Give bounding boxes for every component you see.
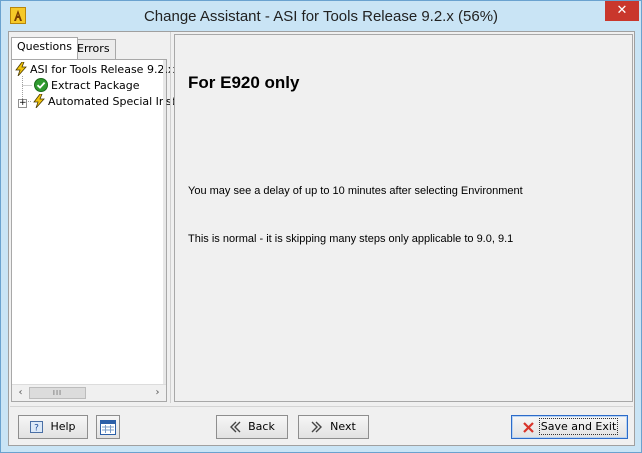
tree-vertical-edge <box>163 60 166 384</box>
tab-questions[interactable]: Questions <box>11 37 78 59</box>
title-bar[interactable]: Change Assistant - ASI for Tools Release… <box>1 1 641 31</box>
content-heading: For E920 only <box>188 73 300 92</box>
questions-tree[interactable]: ASI for Tools Release 9.2.x Extract Pack… <box>11 59 180 402</box>
lightning-icon <box>15 61 27 77</box>
normal-note: This is normal - it is skipping many ste… <box>188 233 514 245</box>
next-button[interactable]: Next <box>298 415 369 439</box>
save-and-exit-button[interactable]: Save and Exit <box>511 415 628 439</box>
tree-horizontal-scrollbar[interactable]: ‹ III › <box>12 384 166 401</box>
client-area: Questions Errors ASI for Tools Release 9… <box>8 31 635 446</box>
tree-item-automated-special[interactable]: + Automated Special Instr <box>18 93 181 110</box>
split-pane-divider[interactable] <box>170 32 173 403</box>
back-button[interactable]: Back <box>216 415 288 439</box>
help-icon: ? <box>30 421 44 434</box>
save-and-exit-label: Save and Exit <box>538 418 619 435</box>
next-arrow-icon <box>311 421 323 433</box>
tree-item-label: Automated Special Instr <box>48 95 181 108</box>
tree-item-asi-root[interactable]: ASI for Tools Release 9.2.x <box>15 61 175 78</box>
lightning-icon <box>33 93 45 109</box>
tree-item-label: Extract Package <box>51 79 140 92</box>
help-label: Help <box>50 420 76 433</box>
calendar-button[interactable] <box>96 415 120 439</box>
button-bar: ? Help Back Next Save and Exit <box>10 406 633 444</box>
change-assistant-window: Change Assistant - ASI for Tools Release… <box>0 0 642 453</box>
scrollbar-thumb[interactable]: III <box>29 387 86 399</box>
window-title: Change Assistant - ASI for Tools Release… <box>143 8 499 25</box>
tree-item-extract-package[interactable]: Extract Package <box>34 78 140 94</box>
scroll-right-arrow-icon[interactable]: › <box>149 385 166 401</box>
back-label: Back <box>248 420 275 433</box>
close-button[interactable]: ✕ <box>605 1 639 21</box>
close-icon: ✕ <box>616 3 628 18</box>
help-button[interactable]: ? Help <box>18 415 88 439</box>
calendar-icon <box>100 419 116 435</box>
tree-item-label: ASI for Tools Release 9.2.x <box>30 63 175 76</box>
tab-errors-label: Errors <box>77 42 110 55</box>
expand-toggle-icon[interactable]: + <box>18 99 27 108</box>
next-label: Next <box>330 420 356 433</box>
tab-questions-label: Questions <box>17 40 72 53</box>
check-circle-icon <box>34 78 48 92</box>
back-arrow-icon <box>230 421 241 433</box>
content-panel: For E920 only You may see a delay of up … <box>174 34 633 402</box>
scroll-left-arrow-icon[interactable]: ‹ <box>12 385 29 401</box>
delay-note: You may see a delay of up to 10 minutes … <box>188 185 523 197</box>
svg-text:?: ? <box>35 424 40 434</box>
close-x-icon <box>522 421 534 433</box>
